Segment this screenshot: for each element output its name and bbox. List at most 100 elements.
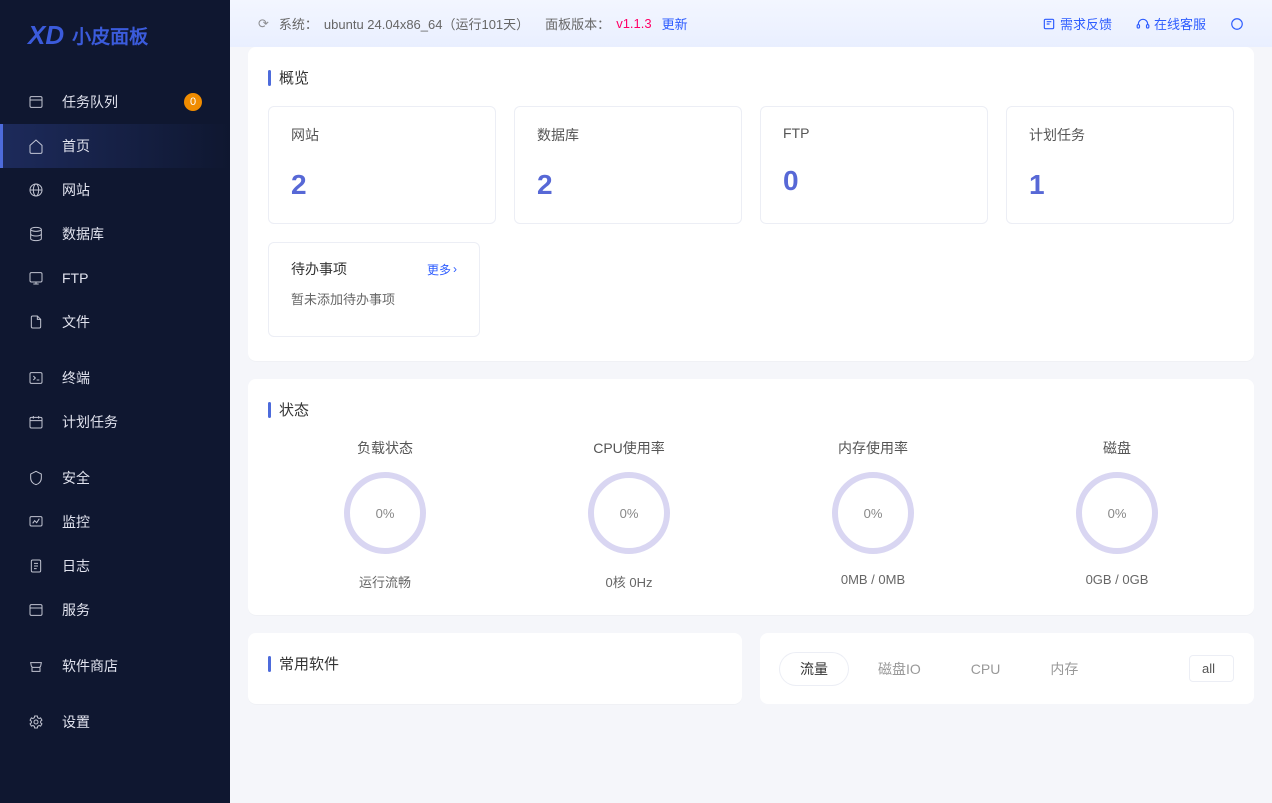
card-value: 0 [783,165,965,197]
overview-title: 概览 [268,67,1234,88]
ftp-icon [28,270,44,286]
gauge-sub: 0GB / 0GB [1000,572,1234,587]
gauge-sub: 0核 0Hz [512,572,746,591]
feedback-label: 需求反馈 [1060,14,1112,33]
log-icon [28,558,44,574]
status-panel: 状态 负载状态 0% 运行流畅 CPU使用率 0% 0核 0Hz 内存使用率 0 [248,379,1254,615]
card-label: FTP [783,125,965,141]
gauge-sub: 运行流畅 [268,572,502,591]
sidebar-item-label: 任务队列 [62,92,118,112]
main: ⟳ 系统： ubuntu 24.04x86_64（运行101天） 面板版本： v… [230,0,1272,803]
logo-mark-icon: XD [28,20,64,51]
sidebar-item-services[interactable]: 服务 [0,588,230,632]
store-icon [28,658,44,674]
feedback-link[interactable]: 需求反馈 [1042,14,1112,33]
overview-card-cron[interactable]: 计划任务 1 [1006,106,1234,224]
globe-icon [28,182,44,198]
database-icon [28,226,44,242]
gauge-circle: 0% [588,472,670,554]
file-icon [28,314,44,330]
todo-title: 待办事项 [291,259,347,279]
overview-card-ftp[interactable]: FTP 0 [760,106,988,224]
terminal-icon [28,370,44,386]
gauge-disk: 磁盘 0% 0GB / 0GB [1000,438,1234,591]
extra-link[interactable] [1230,17,1244,31]
traffic-tabs: 流量 磁盘IO CPU 内存 [780,653,1098,685]
sidebar-item-files[interactable]: 文件 [0,300,230,344]
tab-memory[interactable]: 内存 [1030,653,1098,685]
tab-diskio[interactable]: 磁盘IO [858,653,941,685]
sidebar-item-label: 软件商店 [62,656,118,676]
gear-icon [28,714,44,730]
sidebar-item-logs[interactable]: 日志 [0,544,230,588]
gauge-memory: 内存使用率 0% 0MB / 0MB [756,438,990,591]
panel-version: v1.1.3 [616,16,651,31]
sidebar: XD 小皮面板 任务队列 0 首页 网站 数据库 FTP [0,0,230,803]
sidebar-item-cron[interactable]: 计划任务 [0,400,230,444]
traffic-panel: 流量 磁盘IO CPU 内存 all [760,633,1254,704]
todo-more-link[interactable]: 更多 › [427,261,457,278]
todo-card: 待办事项 更多 › 暂未添加待办事项 [268,242,480,337]
calendar-icon [28,414,44,430]
sidebar-nav: 任务队列 0 首页 网站 数据库 FTP 文件 [0,70,230,803]
sidebar-item-ftp[interactable]: FTP [0,256,230,300]
overview-card-database[interactable]: 数据库 2 [514,106,742,224]
software-title: 常用软件 [268,653,722,674]
gauge-label: 负载状态 [268,438,502,458]
sidebar-item-store[interactable]: 软件商店 [0,644,230,688]
gauge-sub: 0MB / 0MB [756,572,990,587]
task-icon [28,94,44,110]
sidebar-item-database[interactable]: 数据库 [0,212,230,256]
logo: XD 小皮面板 [0,0,230,70]
shield-icon [28,470,44,486]
gauge-circle: 0% [1076,472,1158,554]
sidebar-item-label: 数据库 [62,224,104,244]
refresh-icon[interactable]: ⟳ [258,16,269,32]
sidebar-item-settings[interactable]: 设置 [0,700,230,744]
sidebar-item-label: 设置 [62,712,90,732]
tab-cpu[interactable]: CPU [951,655,1021,683]
logo-text: 小皮面板 [72,22,148,49]
support-label: 在线客服 [1154,14,1206,33]
update-link[interactable]: 更新 [662,14,688,33]
card-value: 1 [1029,169,1211,201]
sidebar-item-monitor[interactable]: 监控 [0,500,230,544]
todo-empty-text: 暂未添加待办事项 [291,289,457,308]
card-label: 计划任务 [1029,125,1211,145]
sidebar-item-label: 计划任务 [62,412,118,432]
chevron-right-icon: › [453,262,457,276]
sidebar-item-security[interactable]: 安全 [0,456,230,500]
gauge-cpu: CPU使用率 0% 0核 0Hz [512,438,746,591]
gauge-label: 磁盘 [1000,438,1234,458]
card-label: 网站 [291,125,473,145]
sidebar-item-terminal[interactable]: 终端 [0,356,230,400]
sidebar-item-label: 日志 [62,556,90,576]
sidebar-item-label: 终端 [62,368,90,388]
sidebar-item-label: 文件 [62,312,90,332]
software-panel: 常用软件 [248,633,742,704]
sidebar-item-label: 网站 [62,180,90,200]
chart-icon [28,514,44,530]
panel-version-prefix: 面板版本： [545,14,610,33]
system-value: ubuntu 24.04x86_64（运行101天） [324,14,529,33]
gauge-label: 内存使用率 [756,438,990,458]
overview-card-website[interactable]: 网站 2 [268,106,496,224]
card-value: 2 [291,169,473,201]
sidebar-item-label: 监控 [62,512,90,532]
gauge-label: CPU使用率 [512,438,746,458]
interface-select[interactable]: all [1189,655,1234,682]
sidebar-item-label: FTP [62,270,88,286]
support-link[interactable]: 在线客服 [1136,14,1206,33]
sidebar-item-website[interactable]: 网站 [0,168,230,212]
sidebar-item-task-queue[interactable]: 任务队列 0 [0,80,230,124]
status-title: 状态 [268,399,1234,420]
sidebar-item-home[interactable]: 首页 [0,124,230,168]
gauge-load: 负载状态 0% 运行流畅 [268,438,502,591]
task-queue-badge: 0 [184,93,202,111]
overview-panel: 概览 网站 2 数据库 2 FTP 0 计划任务 [248,47,1254,361]
tab-traffic[interactable]: 流量 [780,653,848,685]
sidebar-item-label: 安全 [62,468,90,488]
sidebar-item-label: 服务 [62,600,90,620]
system-prefix: 系统： [279,14,318,33]
card-label: 数据库 [537,125,719,145]
